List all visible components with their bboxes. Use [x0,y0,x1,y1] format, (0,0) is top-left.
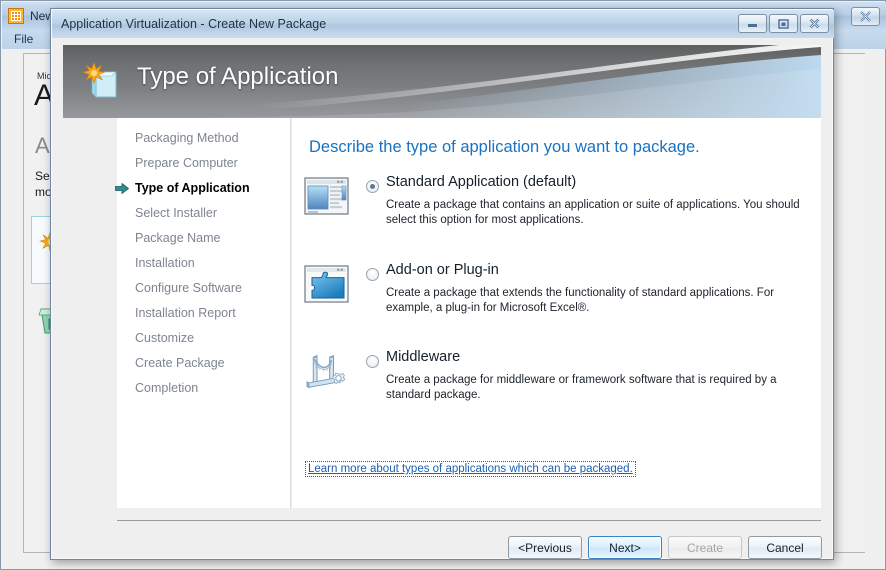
option-description: Create a package that contains an applic… [386,199,800,226]
sidebar-item-package-name[interactable]: Package Name [117,226,290,251]
dialog-titlebar[interactable]: Application Virtualization - Create New … [52,10,834,38]
bridge-gear-icon [306,354,346,389]
menu-item-file[interactable]: File [14,32,33,46]
puzzle-piece-icon [304,265,349,303]
sidebar-item-label: Packaging Method [135,131,239,145]
close-icon [809,18,820,29]
banner-title: Type of Application [137,63,339,90]
current-step-arrow-icon [115,183,129,194]
sidebar-item-installation-report[interactable]: Installation Report [117,301,290,326]
sidebar-item-select-installer[interactable]: Select Installer [117,201,290,226]
sidebar-item-label: Prepare Computer [135,156,238,170]
option-label: Standard Application (default) [386,174,577,190]
window-application-icon [304,177,349,215]
radio-standard-application[interactable] [366,180,379,193]
next-button[interactable]: Next> [588,536,662,559]
wizard-main-panel: Describe the type of application you wan… [292,118,821,508]
sidebar-item-label: Installation Report [135,306,236,320]
sidebar-item-label: Package Name [135,231,221,245]
close-button[interactable] [800,14,829,33]
sidebar-item-configure-software[interactable]: Configure Software [117,276,290,301]
option-description: Create a package for middleware or frame… [386,374,777,401]
grid-icon [8,7,24,24]
create-button: Create [668,536,742,559]
wizard-steps-list: Packaging Method Prepare Computer Type o… [115,118,290,401]
minimize-button[interactable] [738,14,767,33]
minimize-icon [748,24,757,27]
sidebar-item-label: Type of Application [135,181,250,195]
sidebar-item-label: Create Package [135,356,225,370]
create-new-package-dialog: Application Virtualization - Create New … [50,8,834,560]
sidebar-item-installation[interactable]: Installation [117,251,290,276]
sidebar-item-prepare-computer[interactable]: Prepare Computer [117,151,290,176]
sidebar-item-label: Select Installer [135,206,217,220]
sidebar-item-customize[interactable]: Customize [117,326,290,351]
sidebar-item-label: Installation [135,256,195,270]
close-icon [860,11,871,22]
dialog-window-controls [738,14,829,33]
radio-addon-or-plugin[interactable] [366,268,379,281]
background-close-button[interactable] [851,7,880,26]
sidebar-item-label: Completion [135,381,199,395]
option-description: Create a package that extends the functi… [386,287,775,314]
dialog-footer: <Previous Next> Create Cancel [51,521,835,560]
learn-more-link[interactable]: Learn more about types of applications w… [305,461,636,477]
sidebar-item-label: Customize [135,331,195,345]
dialog-banner: Type of Application [63,45,821,118]
new-package-star-icon [81,61,117,98]
wizard-steps-sidebar: Packaging Method Prepare Computer Type o… [115,118,291,508]
cancel-button[interactable]: Cancel [748,536,822,559]
sidebar-item-create-package[interactable]: Create Package [117,351,290,376]
maximize-button[interactable] [769,14,798,33]
option-label: Middleware [386,349,461,365]
sidebar-item-packaging-method[interactable]: Packaging Method [117,126,290,151]
previous-button[interactable]: <Previous [508,536,582,559]
sidebar-item-completion[interactable]: Completion [117,376,290,401]
radio-middleware[interactable] [366,355,379,368]
dialog-title: Application Virtualization - Create New … [61,17,327,31]
option-label: Add-on or Plug-in [386,262,499,278]
sidebar-item-label: Configure Software [135,281,243,295]
sidebar-item-type-of-application[interactable]: Type of Application [115,176,290,201]
page-heading: Describe the type of application you wan… [309,138,700,156]
maximize-icon [778,19,789,29]
